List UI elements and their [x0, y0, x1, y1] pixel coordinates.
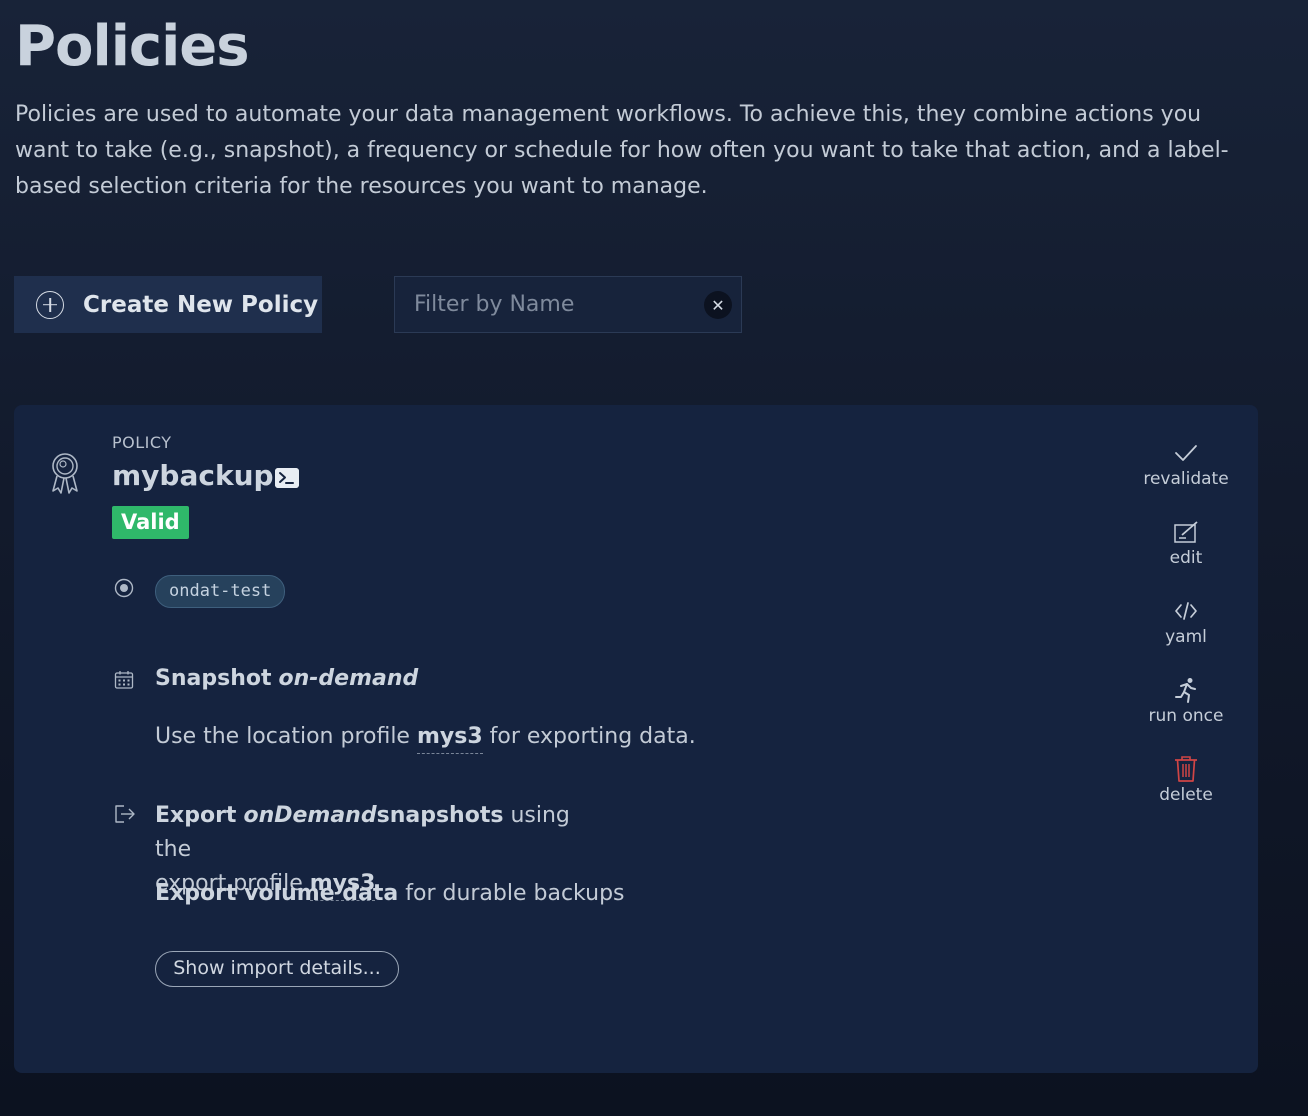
- plus-circle-icon: [36, 290, 64, 319]
- policy-card: POLICY mybackup Valid ondat-test Snapsho…: [14, 405, 1258, 1073]
- edit-button[interactable]: edit: [1136, 518, 1236, 597]
- volume-suffix: for durable backups: [405, 881, 625, 906]
- checkmark-icon: [1175, 445, 1197, 461]
- snapshot-line: Snapshot on-demand: [155, 666, 418, 691]
- location-suffix: for exporting data.: [489, 724, 696, 749]
- create-new-policy-label: Create New Policy: [83, 291, 319, 318]
- yaml-label: yaml: [1165, 627, 1207, 647]
- export-snapshots: snapshots: [376, 803, 504, 828]
- page-title: Policies: [15, 14, 250, 79]
- running-person-icon: [1175, 678, 1196, 703]
- status-badge: Valid: [112, 506, 189, 539]
- snapshot-frequency: on-demand: [278, 666, 419, 691]
- code-icon: [1175, 602, 1197, 620]
- filter-input[interactable]: [395, 277, 741, 332]
- export-frequency: onDemand: [243, 803, 377, 828]
- page-intro: Policies are used to automate your data …: [15, 102, 1229, 199]
- revalidate-button[interactable]: revalidate: [1136, 439, 1236, 518]
- location-prefix: Use the location profile: [155, 724, 410, 749]
- yaml-button[interactable]: yaml: [1136, 597, 1236, 676]
- create-new-policy-button[interactable]: Create New Policy: [14, 276, 322, 333]
- export-label: Export: [155, 803, 237, 828]
- delete-button[interactable]: delete: [1136, 755, 1236, 834]
- filter-by-name: ✕: [394, 276, 742, 333]
- volume-line: Export volume data for durable backups: [155, 881, 625, 906]
- edit-icon: [1174, 521, 1198, 543]
- target-icon: [114, 578, 134, 598]
- location-line: Use the location profile mys3 for export…: [155, 724, 696, 754]
- delete-label: delete: [1159, 785, 1213, 805]
- calendar-icon: [114, 671, 134, 689]
- policy-kind-label: POLICY: [112, 433, 172, 452]
- run-once-label: run once: [1148, 706, 1224, 726]
- terminal-icon[interactable]: [275, 468, 299, 488]
- show-import-details-button[interactable]: Show import details...: [155, 951, 399, 987]
- snapshot-label: Snapshot: [155, 666, 272, 691]
- policy-name: mybackup: [112, 459, 274, 492]
- run-once-button[interactable]: run once: [1136, 676, 1236, 755]
- policies-page: Policies Policies are used to automate y…: [0, 0, 1308, 1116]
- selector-chip: ondat-test: [155, 575, 286, 608]
- export-icon: [115, 805, 135, 823]
- award-ribbon-icon: [52, 453, 78, 494]
- policy-actions: revalidate edit yaml run once delete: [1136, 439, 1236, 834]
- trash-icon: [1175, 756, 1197, 782]
- edit-label: edit: [1169, 548, 1203, 568]
- location-profile-link[interactable]: mys3: [416, 724, 483, 754]
- clear-icon[interactable]: ✕: [704, 291, 732, 319]
- volume-label: Export volume data: [155, 881, 399, 906]
- revalidate-label: revalidate: [1143, 469, 1229, 489]
